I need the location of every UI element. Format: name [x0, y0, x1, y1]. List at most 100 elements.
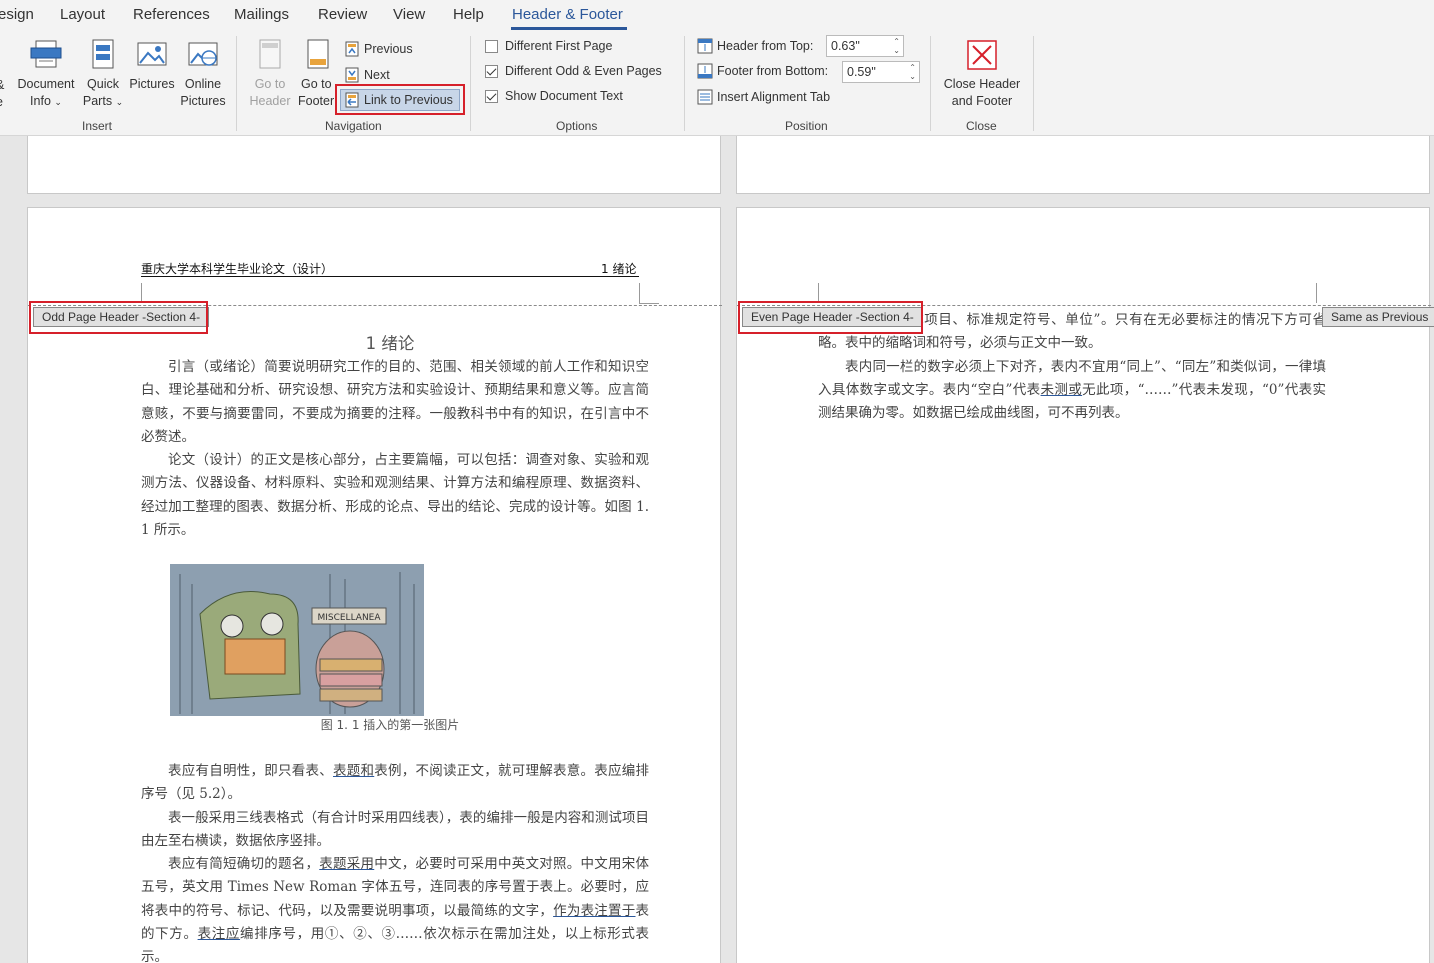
different-first-page-checkbox[interactable]: Different First Page: [485, 39, 612, 53]
text-run: 表应有自明性，即只看表、: [168, 763, 333, 779]
tab-view[interactable]: View: [393, 6, 425, 23]
quick-parts-button[interactable]: Quick Parts ⌄: [80, 38, 126, 111]
show-document-text-checkbox[interactable]: Show Document Text: [485, 89, 623, 103]
document-canvas[interactable]: 重庆大学本科学生毕业论文（设计） 1 绪论 Odd Page Header -S…: [0, 136, 1434, 963]
close-header-footer-button[interactable]: Close Header and Footer: [938, 38, 1026, 110]
marked-text[interactable]: 表注应: [198, 926, 240, 942]
checkbox-box-checked: [485, 64, 498, 78]
document-info-button[interactable]: Document Info ⌄: [14, 38, 78, 111]
paragraph[interactable]: 表应有自明性，即只看表、表题和表例，不阅读正文，就可理解表意。表应编排序号（见 …: [141, 760, 649, 807]
footer-from-bottom-value: 0.59": [847, 65, 876, 79]
tab-design[interactable]: esign: [0, 6, 34, 23]
previous-section-icon: [345, 41, 359, 57]
previous-button[interactable]: Previous: [344, 38, 413, 60]
crop-mark: [1316, 283, 1317, 303]
header-rule: [141, 276, 639, 277]
quick-parts-label-2: Parts: [82, 94, 113, 108]
body-text-bottom[interactable]: 表应有自明性，即只看表、表题和表例，不阅读正文，就可理解表意。表应编排序号（见 …: [141, 760, 649, 963]
checkbox-box-checked: [485, 89, 498, 103]
crop-mark: [141, 283, 142, 303]
tab-help[interactable]: Help: [453, 6, 484, 23]
insert-alignment-tab-label: Insert Alignment Tab: [717, 90, 831, 104]
online-pictures-icon: [188, 42, 218, 66]
paragraph[interactable]: 表应有简短确切的题名，表题采用中文，必要时可采用中英文对照。中文用宋体五号，英文…: [141, 853, 649, 963]
figure-sign-text: MISCELLANEA: [317, 613, 381, 623]
crop-mark: [639, 303, 659, 304]
spinner-arrows-icon[interactable]: ⌃ ⌄: [893, 37, 900, 55]
marked-text[interactable]: 表题采用: [319, 856, 374, 872]
checkbox-box: [485, 39, 498, 53]
group-separator: [470, 36, 471, 131]
dropdown-chevron-icon: ⌄: [54, 97, 62, 107]
go-to-footer-icon: [307, 39, 329, 69]
cut-off-label: &: [0, 78, 4, 92]
paragraph[interactable]: 论文（设计）的正文是核心部分，占主要篇幅，可以包括：调查对象、实验和观测方法、仪…: [141, 449, 649, 542]
close-label: Close Header: [943, 77, 1021, 91]
different-first-page-label: Different First Page: [505, 39, 613, 53]
pictures-button[interactable]: Pictures: [127, 38, 177, 93]
group-separator: [684, 36, 685, 131]
marked-text[interactable]: 作为表注置于: [553, 903, 635, 919]
paragraph[interactable]: 表内同一栏的数字必须上下对齐，表内不宜用“同上”、“同左”和类似词，一律填入具体…: [818, 356, 1326, 426]
odd-page[interactable]: 重庆大学本科学生毕业论文（设计） 1 绪论 Odd Page Header -S…: [27, 207, 722, 963]
footer-position-icon: [697, 63, 713, 79]
go-to-footer-button[interactable]: Go to Footer: [296, 38, 340, 110]
tab-layout[interactable]: Layout: [60, 6, 105, 23]
group-label-close: Close: [966, 119, 997, 133]
even-page[interactable]: 应标明“量或测试项目、标准规定符号、单位”。只有在无必要标注的情况下方可省略。表…: [736, 207, 1434, 963]
group-label-insert: Insert: [82, 119, 113, 133]
inserted-figure[interactable]: MISCELLANEA: [170, 564, 424, 716]
ribbon: & e Document Info ⌄ Quick Parts ⌄ Pictur…: [0, 30, 1434, 136]
highlight-even-page-tag: [738, 301, 923, 334]
next-section-icon: [345, 67, 359, 83]
tab-references[interactable]: References: [133, 6, 210, 23]
footer-from-bottom-input[interactable]: 0.59" ⌃ ⌄: [842, 61, 920, 83]
tab-review[interactable]: Review: [318, 6, 367, 23]
cut-off-button[interactable]: & e: [0, 77, 10, 111]
previous-label: Previous: [364, 42, 413, 56]
chapter-title[interactable]: 1 绪论: [141, 330, 639, 354]
marked-text[interactable]: 未测或: [1041, 382, 1083, 398]
figure-caption[interactable]: 图 1. 1 插入的第一张图片: [141, 716, 639, 733]
paragraph[interactable]: 引言（或绪论）简要说明研究工作的目的、范围、相关领域的前人工作和知识空白、理论基…: [141, 356, 649, 449]
spinner-arrows-icon[interactable]: ⌃ ⌄: [909, 63, 916, 81]
pictures-label: Pictures: [129, 77, 175, 91]
online-pictures-label: Online: [184, 77, 222, 91]
header-from-top-text: Header from Top:: [717, 39, 814, 53]
dropdown-chevron-icon: ⌄: [115, 97, 124, 107]
previous-odd-page[interactable]: [27, 136, 721, 194]
footer-from-bottom-text: Footer from Bottom:: [717, 64, 829, 78]
document-info-label-2: Info: [30, 94, 51, 108]
quick-parts-label: Quick: [87, 77, 119, 91]
same-as-previous-tag: Same as Previous: [1322, 307, 1434, 327]
paragraph[interactable]: 表一般采用三线表格式（有合计时采用四线表），表的编排一般是内容和测试项目由左至右…: [141, 807, 649, 854]
different-odd-even-checkbox[interactable]: Different Odd & Even Pages: [485, 64, 662, 78]
online-pictures-button[interactable]: Online Pictures: [178, 38, 228, 110]
group-label-position: Position: [785, 119, 828, 133]
marked-text[interactable]: 表题和: [333, 763, 374, 779]
show-document-text-label: Show Document Text: [505, 89, 623, 103]
quick-parts-icon: [92, 39, 114, 69]
header-left-text[interactable]: 重庆大学本科学生毕业论文（设计）: [141, 260, 333, 277]
alignment-tab-icon: [697, 89, 713, 105]
group-label-options: Options: [556, 119, 598, 133]
group-separator: [930, 36, 931, 131]
header-from-top-label: Header from Top:: [697, 35, 813, 57]
tab-header-footer[interactable]: Header & Footer: [512, 6, 623, 23]
tab-mailings[interactable]: Mailings: [234, 6, 289, 23]
header-from-top-input[interactable]: 0.63" ⌃ ⌄: [826, 35, 904, 57]
header-right-text[interactable]: 1 绪论: [601, 260, 636, 277]
go-to-header-button[interactable]: Go to Header: [244, 38, 296, 110]
insert-alignment-tab-button[interactable]: Insert Alignment Tab: [697, 86, 830, 108]
previous-even-page[interactable]: [736, 136, 1430, 194]
next-button[interactable]: Next: [344, 64, 390, 86]
highlight-link-to-previous: [335, 84, 465, 115]
document-info-label: Document: [17, 77, 75, 91]
close-label-2: and Footer: [951, 94, 1013, 108]
figure-illustration: MISCELLANEA: [170, 564, 424, 716]
header-from-top-value: 0.63": [831, 39, 860, 53]
body-text-top[interactable]: 引言（或绪论）简要说明研究工作的目的、范围、相关领域的前人工作和知识空白、理论基…: [141, 356, 649, 542]
next-label: Next: [364, 68, 390, 82]
crop-mark: [639, 283, 640, 303]
header-position-icon: [697, 38, 713, 54]
